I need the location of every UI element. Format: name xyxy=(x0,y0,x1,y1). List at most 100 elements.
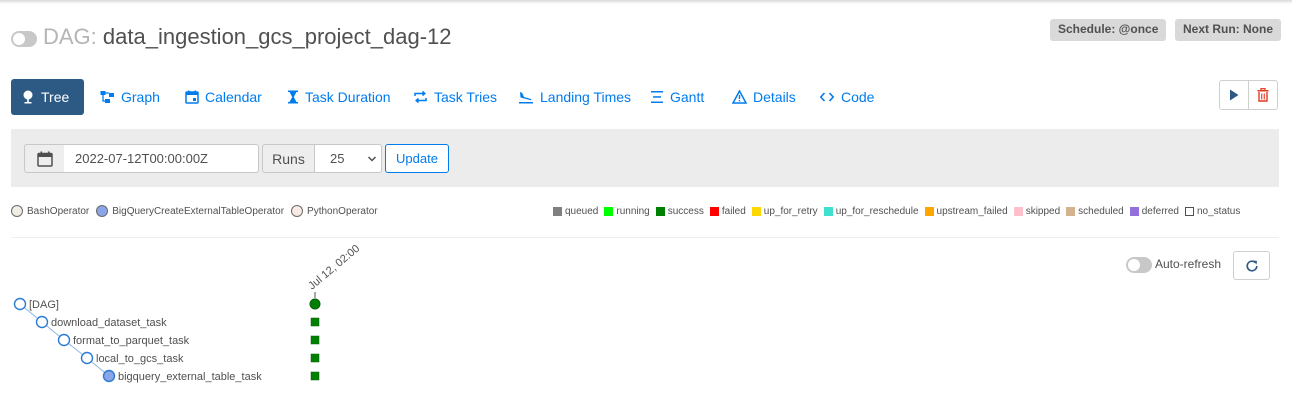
tab-task-tries[interactable]: Task Tries xyxy=(403,79,507,115)
calendar-icon xyxy=(185,90,199,104)
state-swatch xyxy=(655,206,665,216)
tree-node-label[interactable]: bigquery_external_table_task xyxy=(118,371,262,383)
tab-label: Tree xyxy=(41,89,70,105)
state-name: deferred xyxy=(1141,205,1179,217)
tab-graph[interactable]: Graph xyxy=(90,79,170,115)
state-name: upstream_failed xyxy=(936,205,1008,217)
tree-node-label[interactable]: download_dataset_task xyxy=(51,317,167,329)
tab-label: Code xyxy=(841,89,875,105)
calendar-icon xyxy=(36,151,53,167)
base-date-input[interactable] xyxy=(64,144,259,173)
state-swatch xyxy=(823,206,833,216)
tab-label: Task Tries xyxy=(434,89,498,105)
tree-node-label[interactable]: local_to_gcs_task xyxy=(96,353,184,365)
refresh-button[interactable] xyxy=(1233,251,1270,280)
state-swatch xyxy=(1066,206,1076,216)
runs-select[interactable]: 25 xyxy=(314,144,382,173)
tab-label: Gantt xyxy=(670,89,705,105)
tree-node[interactable]: download_dataset_task xyxy=(35,315,168,330)
next-run-badge: Next Run: None xyxy=(1175,19,1281,41)
tab-label: Task Duration xyxy=(305,89,391,105)
task-instance-square[interactable] xyxy=(310,335,320,345)
schedule-badge: Schedule: @once xyxy=(1050,19,1167,41)
state-legend-item: up_for_retry xyxy=(751,205,818,217)
operator-legend: BashOperator BigQueryCreateExternalTable… xyxy=(11,204,385,218)
task-instance-square[interactable] xyxy=(310,353,320,363)
tree-node-label[interactable]: [DAG] xyxy=(29,299,59,311)
operator-color-dot xyxy=(96,205,109,217)
trigger-dag-button[interactable] xyxy=(1219,80,1249,110)
dag-pause-toggle[interactable] xyxy=(11,31,37,47)
operator-color-dot xyxy=(11,205,23,217)
tree-node-circle[interactable] xyxy=(57,333,71,347)
state-legend-item: success xyxy=(655,206,704,217)
auto-refresh-label: Auto-refresh xyxy=(1155,257,1222,271)
delete-dag-button[interactable] xyxy=(1248,80,1278,110)
operator-name: BigQueryCreateExternalTableOperator xyxy=(112,205,285,217)
tree-node-circle[interactable] xyxy=(102,369,116,383)
state-legend-item: skipped xyxy=(1013,206,1060,217)
task-instance-square[interactable] xyxy=(310,317,320,327)
state-name: queued xyxy=(565,205,599,217)
top-shadow xyxy=(0,0,1292,4)
tab-label: Landing Times xyxy=(540,89,632,105)
tree-node-circle[interactable] xyxy=(80,351,94,365)
tab-landing-times[interactable]: Landing Times xyxy=(508,79,641,115)
tab-calendar[interactable]: Calendar xyxy=(175,79,272,115)
page-title: DAG: data_ingestion_gcs_project_dag-12 xyxy=(43,24,452,50)
state-swatch xyxy=(553,206,562,216)
plane-landing-icon xyxy=(519,92,533,104)
tree-node[interactable]: bigquery_external_table_task xyxy=(102,369,263,384)
tree-node[interactable]: [DAG] xyxy=(13,297,59,312)
tree-node[interactable]: local_to_gcs_task xyxy=(80,351,184,366)
tree-view: [DAG] download_dataset_task format_to_pa… xyxy=(13,243,362,384)
refresh-icon xyxy=(1245,259,1258,272)
code-icon xyxy=(819,92,835,102)
state-swatch xyxy=(1129,206,1139,216)
state-legend-item: running xyxy=(604,205,650,217)
tab-tree[interactable]: Tree xyxy=(11,79,84,115)
retry-icon xyxy=(414,90,427,104)
tree-node[interactable]: format_to_parquet_task xyxy=(57,333,190,348)
tree-node-circle[interactable] xyxy=(35,315,49,329)
state-name: up_for_retry xyxy=(763,205,818,217)
tree-links xyxy=(19,303,110,377)
state-name: up_for_reschedule xyxy=(835,205,919,217)
tree-icon xyxy=(23,90,33,104)
operator-name: PythonOperator xyxy=(307,205,378,217)
state-swatch xyxy=(604,206,614,216)
tree-link xyxy=(19,303,43,323)
runs-value: 25 xyxy=(330,151,345,166)
auto-refresh-toggle[interactable] xyxy=(1126,257,1152,273)
date-picker-button[interactable] xyxy=(24,144,65,173)
task-instance-square[interactable] xyxy=(310,371,320,381)
state-swatch xyxy=(1013,206,1023,216)
gantt-icon xyxy=(651,91,663,103)
state-swatch xyxy=(709,206,719,216)
state-legend-item: no_status xyxy=(1185,206,1240,217)
tab-label: Details xyxy=(753,89,796,105)
tab-code[interactable]: Code xyxy=(809,79,884,115)
tree-link xyxy=(41,321,65,341)
divider xyxy=(11,237,1279,238)
update-button[interactable]: Update xyxy=(385,144,449,173)
tree-node-circle[interactable] xyxy=(13,297,27,311)
runs-label: Runs xyxy=(262,144,315,173)
chevron-down-icon xyxy=(367,156,377,162)
dag-run-marker[interactable] xyxy=(309,298,321,310)
tab-task-duration[interactable]: Task Duration xyxy=(277,79,401,115)
tab-label: Graph xyxy=(121,89,160,105)
trash-icon xyxy=(1257,88,1269,102)
state-name: no_status xyxy=(1197,205,1241,217)
operator-color-dot xyxy=(291,205,304,217)
run-date-label: Jul 12, 02:00 xyxy=(306,243,362,293)
state-name: running xyxy=(616,205,650,217)
tree-node-label[interactable]: format_to_parquet_task xyxy=(73,335,190,347)
tree-link xyxy=(63,339,88,359)
tab-gantt[interactable]: Gantt xyxy=(640,79,714,115)
tree-link xyxy=(86,357,110,377)
tab-details[interactable]: Details xyxy=(722,79,806,115)
graph-icon xyxy=(100,91,114,103)
warning-triangle-icon xyxy=(732,90,747,104)
state-name: failed xyxy=(721,205,746,217)
